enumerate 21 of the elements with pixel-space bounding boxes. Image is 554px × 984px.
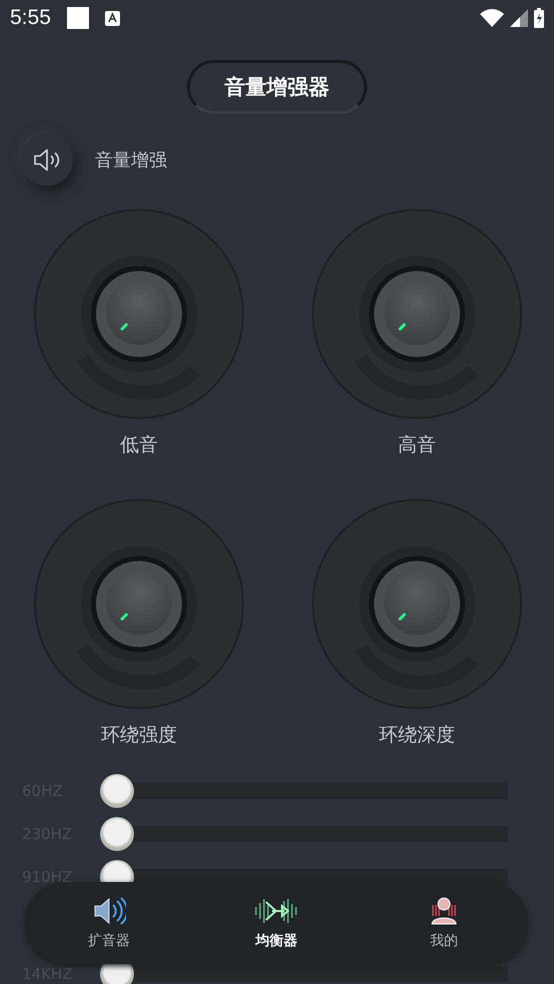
speaker-icon (92, 896, 126, 926)
knob-label: 环绕深度 (379, 723, 455, 748)
user-icon (430, 896, 458, 926)
nav-tab[interactable]: 均衡器 (216, 896, 336, 950)
wifi-icon (480, 9, 504, 27)
knob-label: 环绕强度 (101, 723, 177, 748)
keyboard-icon (104, 10, 120, 26)
nav-tab[interactable]: 我的 (384, 896, 504, 950)
page-title: 音量增强器 (187, 60, 367, 114)
signal-icon (510, 9, 528, 27)
knob-label: 低音 (120, 433, 158, 458)
waveform-icon (254, 896, 298, 926)
slider-thumb[interactable] (100, 817, 134, 851)
nav-tab[interactable]: 扩音器 (48, 896, 169, 950)
slider-thumb[interactable] (100, 774, 134, 808)
knob-label: 高音 (398, 433, 436, 458)
volume-boost-label: 音量增强 (95, 149, 167, 172)
battery-icon (534, 8, 544, 28)
status-time: 5:55 (10, 6, 51, 30)
notification-icon (66, 7, 89, 29)
speaker-icon (33, 148, 61, 172)
